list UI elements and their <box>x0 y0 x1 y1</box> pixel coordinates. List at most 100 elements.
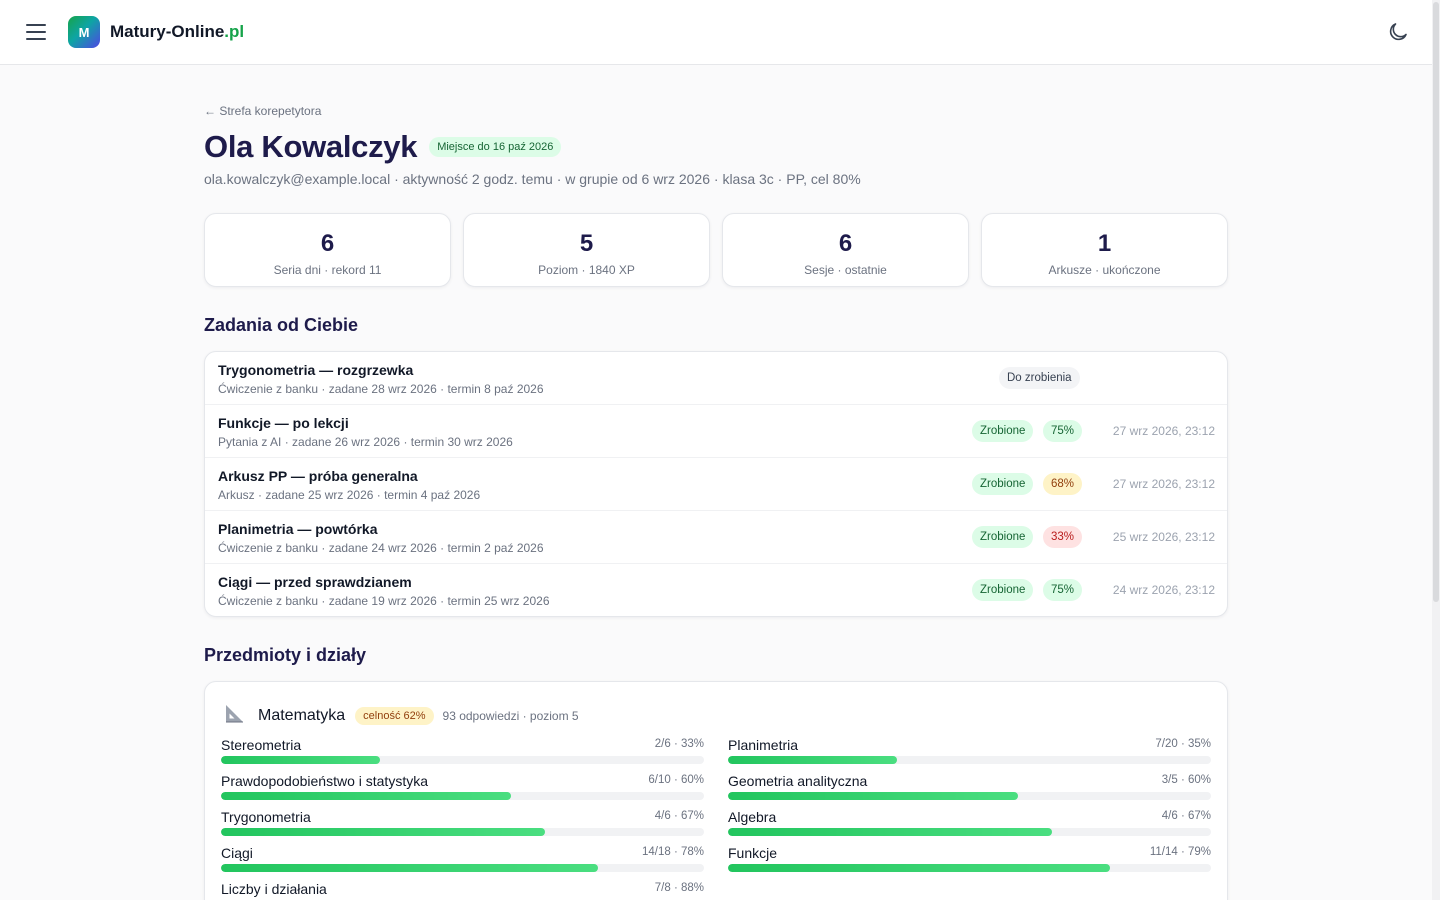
score-badge: 33% <box>1043 526 1083 548</box>
progress-track <box>221 864 704 872</box>
assignment-details: Ćwiczenie z banku · zadane 28 wrz 2026 ·… <box>218 382 544 396</box>
progress-track <box>728 792 1211 800</box>
stat-card-sheets: 1 Arkusze · ukończone <box>981 213 1228 287</box>
stat-label: Arkusze · ukończone <box>1048 263 1161 277</box>
progress-fill <box>728 792 1018 800</box>
assignment-row[interactable]: Trygonometria — rozgrzewka Ćwiczenie z b… <box>205 352 1227 405</box>
topic-row[interactable]: Algebra 4/6 · 67% <box>728 809 1211 839</box>
completed-date: 27 wrz 2026, 23:12 <box>1112 424 1215 438</box>
status-badge: Zrobione <box>972 473 1034 495</box>
topic-name: Prawdopodobieństwo i statystyka <box>221 773 428 789</box>
topic-row[interactable]: Trygonometria 4/6 · 67% <box>221 809 704 839</box>
assignment-row[interactable]: Planimetria — powtórka Ćwiczenie z banku… <box>205 511 1227 564</box>
topic-score: 11/14 · 79% <box>1149 846 1211 858</box>
topic-name: Algebra <box>728 809 777 825</box>
assignment-title: Arkusz PP — próba generalna <box>218 468 418 484</box>
topic-row[interactable]: Planimetria 7/20 · 35% <box>728 737 1211 767</box>
progress-track <box>221 756 704 764</box>
score-badge: 68% <box>1043 473 1083 495</box>
accuracy-badge: celność 62% <box>355 706 434 725</box>
assignment-details: Pytania z AI · zadane 26 wrz 2026 · term… <box>218 435 513 449</box>
assignment-title: Funkcje — po lekcji <box>218 415 349 431</box>
subject-name: Matematyka <box>258 706 346 724</box>
topic-score: 4/6 · 67% <box>1161 810 1211 822</box>
assignment-details: Arkusz · zadane 25 wrz 2026 · termin 4 p… <box>218 488 481 502</box>
topic-name: Trygonometria <box>221 809 311 825</box>
topic-score: 6/10 · 60% <box>648 774 704 786</box>
assignment-row[interactable]: Arkusz PP — próba generalna Arkusz · zad… <box>205 458 1227 511</box>
stats-row: 6 Seria dni · rekord 11 5 Poziom · 1840 … <box>204 213 1228 287</box>
topic-score: 3/5 · 60% <box>1161 774 1211 786</box>
topic-row[interactable]: Prawdopodobieństwo i statystyka 6/10 · 60… <box>221 773 704 803</box>
topic-score: 7/20 · 35% <box>1155 738 1211 750</box>
topic-row[interactable]: Liczby i działania 7/8 · 88% <box>221 881 704 900</box>
stat-value: 1 <box>1097 230 1112 257</box>
progress-fill <box>221 864 598 872</box>
assignments-list: Trygonometria — rozgrzewka Ćwiczenie z b… <box>204 351 1228 617</box>
status-badge: Zrobione <box>972 526 1034 548</box>
page-title: Ola Kowalczyk <box>204 129 418 164</box>
status-badge: Zrobione <box>972 579 1034 601</box>
page-scrollbar[interactable] <box>1432 0 1440 900</box>
stat-value: 6 <box>320 230 335 257</box>
topic-row[interactable]: Funkcje 11/14 · 79% <box>728 845 1211 875</box>
set-square-icon <box>224 702 246 729</box>
progress-track <box>221 828 704 836</box>
assignment-title: Ciągi — przed sprawdzianem <box>218 574 412 590</box>
assignment-row[interactable]: Funkcje — po lekcji Pytania z AI · zadan… <box>205 405 1227 458</box>
topic-row[interactable]: Ciągi 14/18 · 78% <box>221 845 704 875</box>
completed-date: 24 wrz 2026, 23:12 <box>1112 583 1215 597</box>
progress-track <box>728 828 1211 836</box>
status-badge: Do zrobienia <box>999 367 1080 389</box>
topic-score: 14/18 · 78% <box>641 846 704 858</box>
score-badge: 75% <box>1043 420 1083 442</box>
brand-tld: .pl <box>224 22 245 41</box>
topic-score: 7/8 · 88% <box>654 882 704 894</box>
progress-fill <box>728 864 1110 872</box>
subject-meta: 93 odpowiedzi · poziom 5 <box>442 708 579 723</box>
progress-fill <box>221 792 511 800</box>
topic-name: Ciągi <box>221 845 253 861</box>
top-bar: M Matury-Online.pl <box>0 0 1432 65</box>
progress-fill <box>221 756 381 764</box>
brand-name-text: Matury-Online <box>110 22 225 41</box>
stat-card-level: 5 Poziom · 1840 XP <box>463 213 710 287</box>
subject-header: Matematyka celność 62% 93 odpowiedzi · p… <box>224 702 579 729</box>
topic-name: Planimetria <box>728 737 799 753</box>
topic-name: Geometria analityczna <box>728 773 868 789</box>
logo-badge[interactable]: M <box>68 16 100 48</box>
topic-name: Stereometria <box>221 737 302 753</box>
topic-row[interactable]: Stereometria 2/6 · 33% <box>221 737 704 767</box>
assignment-row[interactable]: Ciągi — przed sprawdzianem Ćwiczenie z b… <box>205 564 1227 616</box>
brand-name[interactable]: Matury-Online.pl <box>110 22 244 42</box>
progress-track <box>728 864 1211 872</box>
subjects-title: Przedmioty i działy <box>204 645 367 665</box>
assignment-title: Trygonometria — rozgrzewka <box>218 362 414 378</box>
assignment-title: Planimetria — powtórka <box>218 521 378 537</box>
stat-card-streak: 6 Seria dni · rekord 11 <box>204 213 451 287</box>
topic-row[interactable]: Geometria analityczna 3/5 · 60% <box>728 773 1211 803</box>
assignment-details: Ćwiczenie z banku · zadane 19 wrz 2026 ·… <box>218 594 550 608</box>
completed-date: 27 wrz 2026, 23:12 <box>1112 477 1215 491</box>
progress-fill <box>728 756 898 764</box>
moon-icon[interactable] <box>1386 20 1410 44</box>
stat-value: 5 <box>579 230 594 257</box>
topic-name: Liczby i działania <box>221 881 327 897</box>
status-badge: Zrobione <box>972 420 1034 442</box>
topic-score: 2/6 · 33% <box>654 738 704 750</box>
assignments-title: Zadania od Ciebie <box>204 315 359 335</box>
topic-score: 4/6 · 67% <box>654 810 704 822</box>
progress-track <box>728 756 1211 764</box>
stat-label: Seria dni · rekord 11 <box>273 263 382 277</box>
progress-fill <box>221 828 545 836</box>
student-heading: Ola Kowalczyk Miejsce do 16 paź 2026 <box>204 129 562 165</box>
stat-label: Poziom · 1840 XP <box>538 263 635 277</box>
place-badge: Miejsce do 16 paź 2026 <box>429 137 562 157</box>
scrollbar-thumb[interactable] <box>1433 2 1439 602</box>
topic-name: Funkcje <box>728 845 778 861</box>
student-meta: ola.kowalczyk@example.local · aktywność … <box>204 171 861 187</box>
menu-icon[interactable] <box>26 22 46 42</box>
stat-card-sessions: 6 Sesje · ostatnie <box>722 213 969 287</box>
progress-fill <box>728 828 1052 836</box>
back-link[interactable]: ← Strefa korepetytora <box>204 104 321 118</box>
